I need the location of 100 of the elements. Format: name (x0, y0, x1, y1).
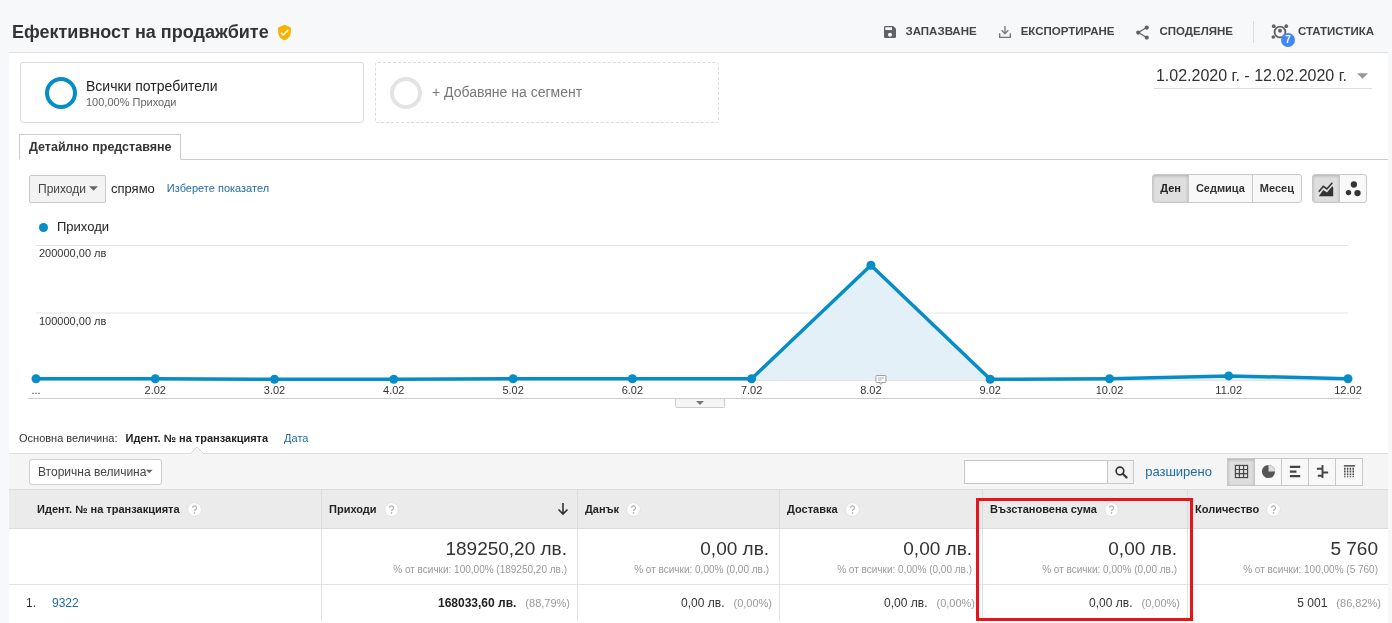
help-icon (1266, 501, 1282, 517)
transaction-id-link[interactable]: 9322 (52, 594, 79, 612)
bar-chart-icon (1287, 464, 1303, 479)
help-icon (844, 501, 860, 517)
help-icon (626, 501, 642, 517)
save-button[interactable]: ЗАПАЗВАНЕ (881, 23, 977, 41)
total-percentage: % от всички: 0,00% (0,00 лв.) (634, 562, 769, 576)
column-header[interactable]: Приходи (321, 489, 577, 529)
axis-label: 8.02 (860, 384, 882, 396)
axis-label: 2.02 (144, 384, 166, 396)
secondary-dimension-dropdown[interactable]: Вторична величина (29, 458, 162, 485)
down-arrow-icon (557, 502, 569, 516)
select-metric-link[interactable]: Изберете показател (166, 180, 270, 197)
axis-label: 3.02 (263, 384, 286, 396)
data-point (985, 374, 995, 384)
search-button[interactable] (1108, 459, 1135, 484)
advanced-link[interactable]: разширено (1145, 461, 1212, 482)
orbit-dots-icon (1270, 22, 1290, 42)
data-point (1224, 371, 1234, 381)
axis-label: 200000,00 лв (39, 247, 107, 259)
bubble-chart-icon (1344, 179, 1362, 198)
axis-label: 11.02 (1215, 384, 1243, 396)
view-button[interactable] (1308, 457, 1336, 486)
data-point (1105, 374, 1114, 384)
segment-card[interactable]: Всички потребители 100,00% Приходи (20, 62, 364, 123)
period-button[interactable]: Месец (1251, 174, 1302, 203)
total-percentage: % от всички: 0,00% (0,00 лв.) (1042, 562, 1177, 576)
column-header[interactable]: Количество (1187, 489, 1388, 529)
export-button[interactable]: ЕКСПОРТИРАНЕ (996, 23, 1115, 41)
data-point (627, 374, 637, 384)
dimension-option[interactable]: Идент. № на транзакцията (125, 429, 269, 447)
axis-label: 7.02 (740, 384, 763, 396)
axis-label: 6.02 (621, 384, 644, 396)
view-button[interactable] (1281, 457, 1309, 486)
axis-label: 9.02 (979, 384, 1001, 396)
data-point (150, 374, 160, 384)
total-value: 5 760 (1330, 537, 1378, 560)
cell-value: 0,00 лв. (1089, 595, 1133, 612)
column-header[interactable]: Доставка (779, 489, 982, 529)
dimension-option[interactable]: Дата (284, 429, 309, 447)
caret-icon (146, 469, 153, 474)
data-point (747, 374, 757, 384)
pivot-columns-icon (1341, 464, 1357, 479)
verified-shield-icon (275, 23, 293, 41)
metric-dropdown[interactable]: Приходи (29, 174, 106, 203)
total-value: 0,00 лв. (1108, 537, 1177, 560)
axis-label: 10.02 (1095, 384, 1124, 396)
total-percentage: % от всички: 100,00% (5 760) (1243, 562, 1378, 576)
cell-value: 0,00 лв. (681, 595, 725, 612)
page-title: Ефективност на продажбите (12, 20, 269, 44)
tab[interactable]: Детайлно представяне (19, 134, 182, 160)
insights-button[interactable]: 7 СТАТИСТИКА (1270, 16, 1374, 48)
dimension-label: Основна величина: (19, 430, 118, 446)
versus-label: спрямо (111, 179, 155, 198)
date-range-picker[interactable]: 1.02.2020 г. - 12.02.2020 г. (1153, 63, 1372, 89)
cell-percentage: (0,00%) (936, 595, 975, 611)
save-icon (881, 24, 898, 40)
chart-type-button[interactable] (1312, 174, 1340, 203)
cell-percentage: (88,79%) (525, 595, 570, 611)
chart-type-button[interactable] (1339, 174, 1367, 203)
period-button[interactable]: Ден (1152, 174, 1189, 203)
period-button[interactable]: Седмица (1187, 174, 1253, 203)
share-icon (1134, 23, 1152, 41)
segment-ring-icon (45, 76, 77, 109)
note-icon[interactable] (875, 375, 887, 385)
share-button[interactable]: СПОДЕЛЯНЕ (1134, 23, 1233, 41)
column-header[interactable]: Идент. № на транзакцията (9, 489, 321, 529)
axis-label: 12.02 (1334, 384, 1362, 396)
add-segment-button[interactable]: + Добавяне на сегмент (375, 62, 719, 123)
axis-label: ... (31, 384, 41, 396)
grid-icon (1233, 464, 1249, 479)
search-icon (1113, 464, 1128, 479)
caret-icon (696, 401, 704, 405)
segment-name: Всички потребители (86, 76, 218, 95)
total-value: 0,00 лв. (700, 537, 769, 560)
collapse-chart-button[interactable] (675, 399, 725, 408)
column-header[interactable]: Възстановена сума (982, 489, 1187, 529)
view-button[interactable] (1335, 457, 1363, 486)
total-percentage: % от всички: 0,00% (0,00 лв.) (837, 562, 972, 576)
help-icon (1103, 501, 1119, 517)
search-field[interactable] (964, 459, 1109, 484)
segment-detail: 100,00% Приходи (86, 94, 178, 109)
download-icon (996, 24, 1013, 40)
pie-chart-icon (1260, 464, 1276, 479)
cell-value: 5 001 (1297, 595, 1328, 612)
data-point (270, 374, 279, 384)
view-button[interactable] (1254, 457, 1282, 486)
axis-label: 100000,00 лв (39, 314, 107, 327)
cell-value: 168033,60 лв. (437, 595, 517, 612)
column-header[interactable]: Данък (577, 489, 779, 529)
line-chart-icon (1317, 179, 1335, 198)
help-icon (383, 501, 399, 517)
cell-percentage: (86,82%) (1336, 595, 1381, 611)
total-percentage: % от всички: 100,00% (189250,20 лв.) (393, 562, 567, 576)
cell-percentage: (0,00%) (733, 595, 772, 611)
caret-icon (1357, 72, 1368, 79)
data-point (1343, 374, 1353, 384)
cell-percentage: (0,00%) (1141, 595, 1180, 611)
view-button[interactable] (1227, 457, 1255, 486)
notification-badge: 7 (1281, 33, 1295, 47)
